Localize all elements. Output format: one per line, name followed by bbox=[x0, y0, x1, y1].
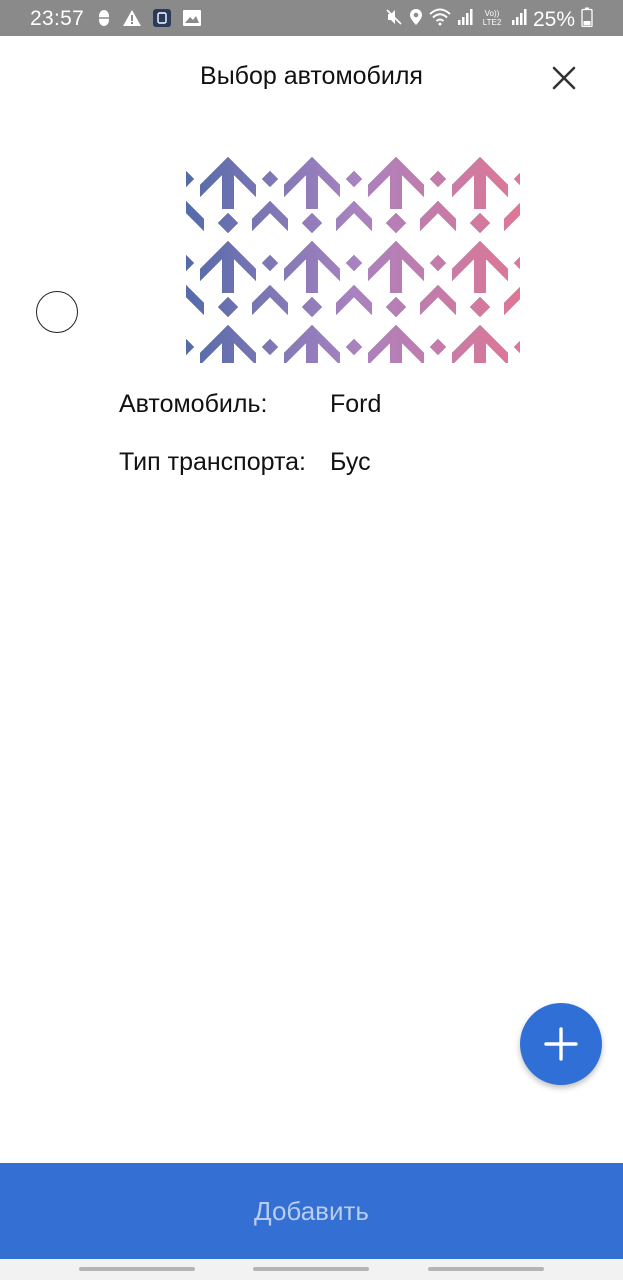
close-icon[interactable] bbox=[546, 60, 582, 96]
nav-recent-handle[interactable] bbox=[79, 1267, 195, 1271]
car-value: Ford bbox=[330, 390, 382, 418]
nav-home-handle[interactable] bbox=[253, 1267, 369, 1271]
car-label: Автомобиль: bbox=[119, 390, 268, 418]
svg-text:LTE2: LTE2 bbox=[483, 18, 502, 27]
status-bar: 23:57 Vo)) LTE2 25% bbox=[0, 0, 623, 36]
transport-type-value: Бус bbox=[330, 448, 371, 476]
warning-icon bbox=[122, 9, 142, 32]
location-icon bbox=[409, 8, 423, 31]
volte-icon: Vo)) LTE2 bbox=[479, 7, 505, 32]
vehicle-placeholder-image bbox=[186, 151, 520, 363]
signal-icon bbox=[511, 8, 527, 31]
add-vehicle-fab[interactable] bbox=[520, 1003, 602, 1085]
battery-percent: 25% bbox=[532, 7, 575, 31]
usb-debug-icon bbox=[96, 9, 112, 32]
image-icon bbox=[182, 9, 202, 32]
nav-back-handle[interactable] bbox=[428, 1267, 544, 1271]
page-title: Выбор автомобиля bbox=[200, 62, 423, 90]
add-button[interactable]: Добавить bbox=[0, 1163, 623, 1259]
status-left-icons bbox=[96, 8, 202, 33]
system-nav-bar bbox=[0, 1259, 623, 1280]
transport-type-label: Тип транспорта: bbox=[119, 448, 306, 476]
mute-icon bbox=[385, 8, 403, 31]
add-button-label: Добавить bbox=[254, 1195, 369, 1226]
signal-icon bbox=[457, 8, 473, 31]
vehicle-radio[interactable] bbox=[36, 291, 78, 333]
battery-icon bbox=[581, 7, 593, 32]
close-button[interactable] bbox=[546, 60, 582, 96]
status-right: Vo)) LTE2 25% bbox=[385, 7, 593, 32]
app-notification-icon bbox=[152, 8, 172, 33]
svg-text:Vo)): Vo)) bbox=[485, 9, 500, 18]
status-time: 23:57 bbox=[30, 7, 85, 30]
wifi-icon bbox=[429, 8, 451, 31]
plus-icon[interactable] bbox=[520, 1003, 602, 1085]
